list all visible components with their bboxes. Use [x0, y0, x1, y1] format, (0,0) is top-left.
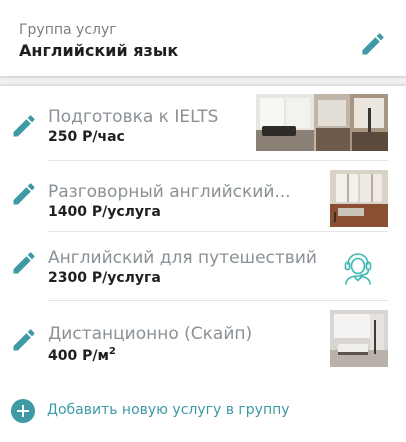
plus-circle-icon: [11, 399, 35, 423]
interior-photo-thumbnail: [330, 170, 388, 227]
edit-group-button[interactable]: [359, 30, 387, 58]
pencil-icon: [13, 115, 35, 137]
pencil-icon: [13, 329, 35, 351]
group-title: Английский язык: [19, 41, 179, 60]
add-service-label: Добавить новую услугу в группу: [47, 402, 290, 418]
service-name: Дистанционно (Скайп): [48, 324, 253, 344]
service-name: Подготовка к IELTS: [48, 107, 219, 127]
support-agent-icon: [344, 253, 372, 285]
service-name: Английский для путешествий: [48, 248, 317, 268]
interior-photo-thumbnail: [256, 94, 388, 151]
service-row[interactable]: Подготовка к IELTS 250 Р/час: [0, 91, 406, 161]
edit-service-button[interactable]: [10, 249, 38, 277]
service-price: 250 Р/час: [48, 129, 125, 145]
service-list: Подготовка к IELTS 250 Р/час Разговорный…: [0, 86, 406, 442]
service-row[interactable]: Разговорный английский... 1400 Р/услуга: [0, 161, 406, 232]
price-superscript: 2: [108, 346, 116, 357]
service-row[interactable]: Английский для путешествий 2300 Р/услуга: [0, 232, 406, 302]
service-group-header: Группа услуг Английский язык: [0, 0, 406, 76]
service-price: 400 Р/м2: [48, 346, 116, 364]
pencil-icon: [13, 252, 35, 274]
add-service-button[interactable]: Добавить новую услугу в группу: [11, 398, 331, 424]
price-value: 400 Р/м: [48, 348, 109, 364]
edit-service-button[interactable]: [10, 326, 38, 354]
service-price: 1400 Р/услуга: [48, 204, 161, 220]
pencil-icon: [13, 183, 35, 205]
service-price: 2300 Р/услуга: [48, 270, 161, 286]
pencil-icon: [362, 33, 384, 55]
group-caption: Группа услуг: [19, 22, 117, 38]
edit-service-button[interactable]: [10, 112, 38, 140]
edit-service-button[interactable]: [10, 180, 38, 208]
service-name: Разговорный английский...: [48, 182, 291, 202]
interior-photo-thumbnail: [330, 310, 388, 367]
service-row[interactable]: Дистанционно (Скайп) 400 Р/м2: [0, 301, 406, 371]
